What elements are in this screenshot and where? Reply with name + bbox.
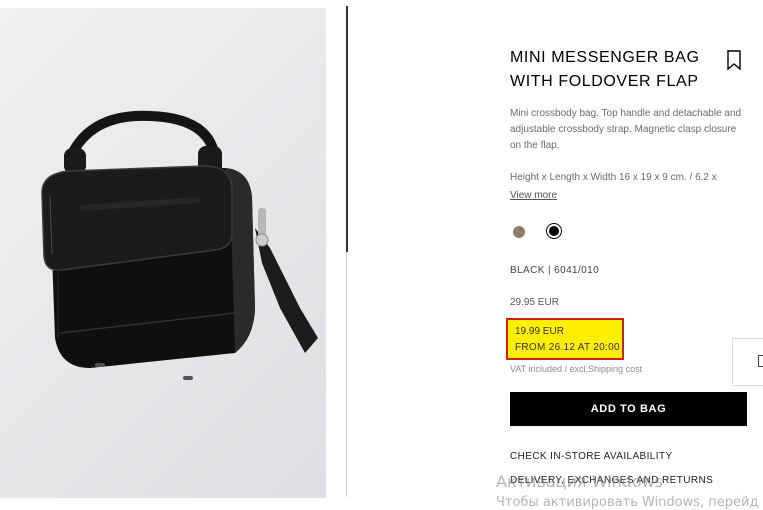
product-title-line2: WITH FOLDOVER FLAP xyxy=(510,73,699,90)
vat-note: VAT included / excl.Shipping cost xyxy=(510,364,643,374)
product-description: Mini crossbody bag. Top handle and detac… xyxy=(510,108,742,151)
add-to-bag-button[interactable]: ADD TO BAG xyxy=(510,392,747,426)
color-swatch-beige[interactable] xyxy=(513,226,525,238)
image-divider-lower xyxy=(346,252,347,497)
bookmark-icon[interactable] xyxy=(726,50,742,71)
promo-price: 19.99 EUR xyxy=(515,326,564,337)
check-store-availability-link[interactable]: CHECK IN-STORE AVAILABILITY xyxy=(510,451,673,462)
color-swatch-black[interactable] xyxy=(546,223,562,239)
view-more-link[interactable]: View more xyxy=(510,190,557,201)
product-title: MINI MESSENGER BAG WITH FOLDOVER FLAP xyxy=(510,46,720,94)
bag-photo xyxy=(41,110,318,380)
product-dimensions: Height x Length x Width 16 x 19 x 9 cm. … xyxy=(510,172,717,183)
color-swatch-black-dot xyxy=(549,226,559,236)
old-price: 29.95 EUR xyxy=(510,297,559,308)
side-tab-icon xyxy=(758,355,763,367)
promo-price-box: 19.99 EUR FROM 26.12 AT 20:00 xyxy=(506,318,624,360)
color-reference: BLACK | 6041/010 xyxy=(510,265,600,276)
windows-activation-watermark-title: Активация Windows xyxy=(496,472,663,491)
image-divider xyxy=(346,6,348,252)
product-image[interactable] xyxy=(0,8,326,498)
windows-activation-watermark-text: Чтобы активировать Windows, перейд xyxy=(496,495,759,510)
product-title-line1: MINI MESSENGER BAG xyxy=(510,49,700,66)
promo-date: FROM 26.12 AT 20:00 xyxy=(515,342,620,353)
side-tab[interactable] xyxy=(732,338,763,386)
